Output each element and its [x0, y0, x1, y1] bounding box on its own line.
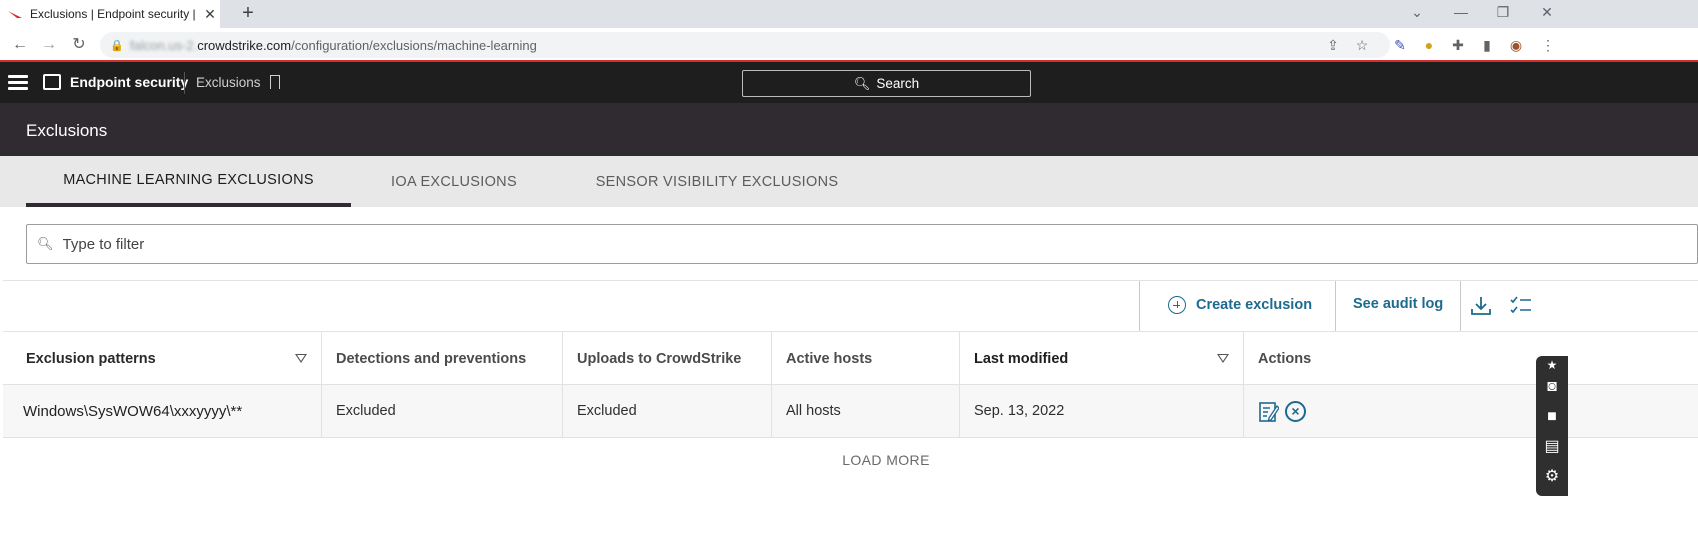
falcon-logo-icon [8, 11, 22, 18]
extension-brush-icon[interactable]: ✎ [1389, 34, 1411, 56]
tab-machine-learning-exclusions[interactable]: MACHINE LEARNING EXCLUSIONS [26, 156, 351, 207]
close-tab-icon[interactable]: ✕ [200, 6, 220, 23]
delete-icon[interactable]: × [1285, 401, 1306, 422]
sort-filter-icon[interactable] [295, 354, 307, 363]
table-toolbar: Create exclusion See audit log [3, 280, 1698, 332]
create-exclusion-label: Create exclusion [1196, 297, 1313, 313]
pin-icon[interactable]: ★ [1542, 356, 1562, 374]
extensions-puzzle-icon[interactable]: ✚ [1447, 34, 1469, 56]
tab-search-icon[interactable]: ⌄ [1395, 0, 1439, 28]
browser-tab[interactable]: Exclusions | Endpoint security | Fa ✕ [0, 0, 220, 28]
app-title[interactable]: Endpoint security [70, 74, 188, 90]
hamburger-menu-icon[interactable] [8, 72, 28, 92]
table-row[interactable]: Windows\SysWOW64\xxxyyyy\** Excluded Exc… [3, 385, 1698, 438]
column-label: Exclusion patterns [26, 350, 156, 367]
browser-tab-title: Exclusions | Endpoint security | Fa [30, 7, 200, 21]
toolbar-divider [1139, 281, 1140, 332]
page-title-band: Exclusions [0, 103, 1698, 156]
search-label: Search [876, 76, 920, 91]
exclusion-tabs: MACHINE LEARNING EXCLUSIONS IOA EXCLUSIO… [0, 156, 1698, 207]
toolbar-divider [1460, 281, 1461, 332]
bookmark-star-icon[interactable]: ☆ [1351, 34, 1373, 56]
gallery-icon[interactable]: ▤ [1542, 438, 1562, 456]
close-window-icon[interactable]: ✕ [1525, 0, 1569, 28]
breadcrumb: Exclusions [196, 75, 261, 90]
filter-box: 🔍︎ [26, 224, 1698, 264]
url-host-blurred: falcon.us-2. [130, 37, 198, 53]
column-label: Last modified [974, 350, 1069, 367]
camera-icon[interactable]: ◙ [1542, 378, 1562, 396]
header-divider [184, 72, 185, 94]
bulk-select-icon[interactable] [1509, 294, 1533, 318]
edit-icon[interactable] [1259, 401, 1279, 422]
url-host: crowdstrike.com [197, 37, 292, 53]
filter-search-icon: 🔍︎ [37, 236, 54, 251]
column-actions: Actions [1243, 332, 1533, 385]
page-title: Exclusions [26, 121, 108, 140]
forward-icon[interactable]: → [37, 33, 61, 57]
endpoint-security-icon [43, 74, 61, 90]
restore-icon[interactable]: ❐ [1481, 0, 1525, 28]
gear-icon[interactable]: ⚙ [1542, 468, 1562, 486]
minimize-icon[interactable]: — [1439, 0, 1483, 28]
filter-input[interactable] [62, 235, 663, 253]
url-field[interactable]: 🔒 falcon.us-2. crowdstrike.com /configur… [100, 32, 1390, 58]
new-tab-button[interactable]: + [236, 2, 260, 26]
load-more-button[interactable]: LOAD MORE [800, 452, 972, 468]
cell-hosts: All hosts [771, 385, 959, 437]
url-path: /configuration/exclusions/machine-learni… [291, 37, 537, 53]
toolbar-divider [1335, 281, 1336, 332]
add-circle-icon [1168, 296, 1186, 314]
tab-ioa-exclusions[interactable]: IOA EXCLUSIONS [370, 156, 538, 207]
profile-avatar[interactable]: ◉ [1505, 34, 1527, 56]
share-icon[interactable]: ⇪ [1322, 34, 1344, 56]
extension-bee-icon[interactable]: ● [1418, 34, 1440, 56]
column-last-modified[interactable]: Last modified [959, 332, 1243, 385]
app-header: Endpoint security Exclusions 🔍︎ Search [0, 62, 1698, 103]
cell-pattern[interactable]: Windows\SysWOW64\xxxyyyy\** [3, 385, 321, 437]
cell-detections: Excluded [321, 385, 562, 437]
lock-icon: 🔒 [110, 40, 124, 52]
reload-icon[interactable]: ↻ [67, 33, 91, 57]
video-icon[interactable]: ■ [1542, 408, 1562, 426]
address-bar-row: ← → ↻ 🔒 falcon.us-2. crowdstrike.com /co… [0, 28, 1698, 62]
column-exclusion-patterns[interactable]: Exclusion patterns [3, 332, 321, 385]
column-detections-preventions: Detections and preventions [321, 332, 562, 385]
cell-modified: Sep. 13, 2022 [959, 385, 1243, 437]
see-audit-log-button[interactable]: See audit log [1353, 296, 1443, 312]
side-panel-icon[interactable]: ▮ [1476, 34, 1498, 56]
browser-menu-icon[interactable]: ⋮ [1537, 34, 1559, 56]
sort-filter-icon[interactable] [1217, 354, 1229, 363]
search-icon: 🔍︎ [853, 75, 871, 91]
global-search-button[interactable]: 🔍︎ Search [742, 70, 1031, 97]
tab-sensor-visibility-exclusions[interactable]: SENSOR VISIBILITY EXCLUSIONS [580, 156, 854, 207]
browser-tab-bar: Exclusions | Endpoint security | Fa ✕ + … [0, 0, 1698, 28]
bookmark-icon[interactable] [270, 75, 280, 89]
create-exclusion-button[interactable]: Create exclusion [1168, 296, 1312, 314]
column-uploads: Uploads to CrowdStrike [562, 332, 771, 385]
column-active-hosts: Active hosts [771, 332, 959, 385]
table-header: Exclusion patterns Detections and preven… [3, 331, 1698, 385]
floating-tool-panel: ★ ◙ ■ ▤ ⚙ [1536, 356, 1568, 496]
cell-uploads: Excluded [562, 385, 771, 437]
download-icon[interactable] [1469, 294, 1493, 318]
back-icon[interactable]: ← [8, 33, 32, 57]
